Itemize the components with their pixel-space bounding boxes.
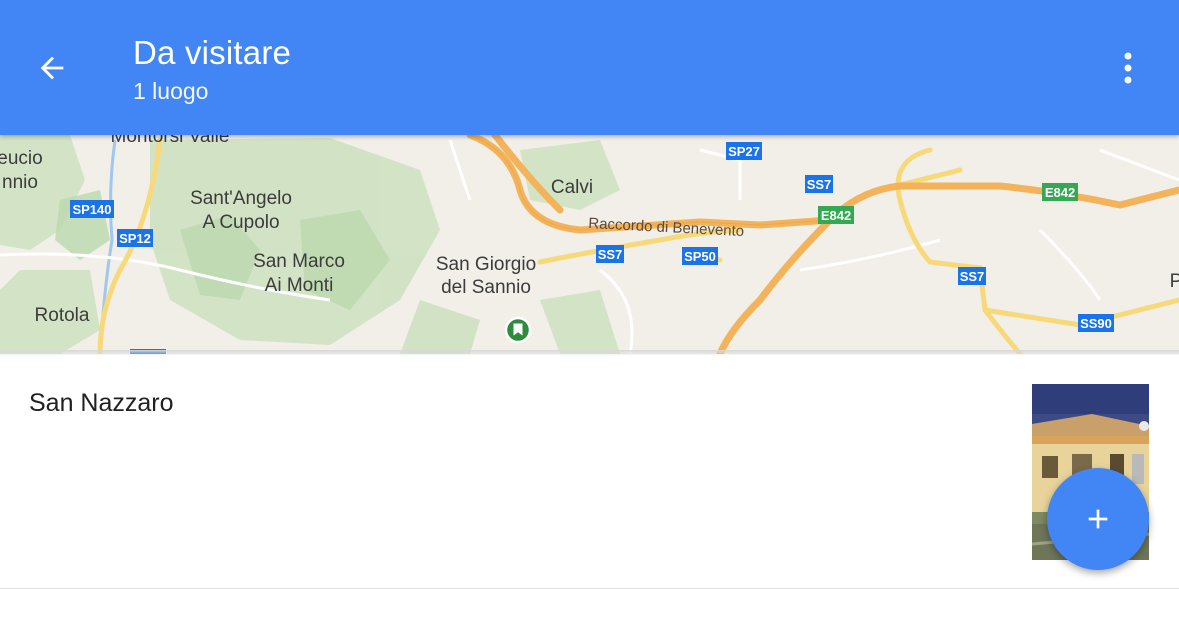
add-icon (1088, 509, 1108, 529)
map-label-sant-angelo: Sant'Angelo (190, 188, 292, 209)
page-title: Da visitare (133, 34, 292, 71)
list-item[interactable]: San Nazzaro (0, 355, 1179, 589)
place-count: 1 luogo (133, 78, 209, 104)
map-label-rotola: Rotola (35, 305, 90, 326)
shield-ss7: SS7 (596, 245, 624, 263)
map-label-san-giorgio: San Giorgio (436, 254, 536, 275)
shield-sp140: SP140 (70, 200, 114, 218)
map-label-del-sannio: del Sannio (441, 277, 531, 298)
shield-e842: E842 (1042, 183, 1078, 201)
map-label-eucio: eucio (0, 148, 43, 169)
place-name: San Nazzaro (29, 389, 174, 417)
map-label-nnio: nnio (2, 172, 38, 193)
shield-ss7: SS7 (805, 175, 833, 193)
saved-place-marker-icon[interactable] (504, 316, 532, 344)
app-bar: Da visitare 1 luogo (0, 0, 1179, 135)
map-label-a-cupolo: A Cupolo (202, 212, 279, 233)
add-place-button[interactable] (1047, 468, 1149, 570)
overflow-menu-button[interactable] (1104, 44, 1152, 92)
svg-text:E842: E842 (821, 208, 851, 223)
svg-text:SS7: SS7 (598, 247, 623, 262)
shield-ss90: SS90 (1078, 314, 1114, 332)
arrow-back-icon (40, 56, 64, 80)
svg-text:SP27: SP27 (728, 144, 760, 159)
shield-ss7: SS7 (958, 267, 986, 285)
shield-e842: E842 (818, 206, 854, 224)
back-button[interactable] (22, 44, 82, 92)
map-view[interactable]: Montorsi Valle eucio nnio Sant'Angelo A … (0, 135, 1179, 354)
shield-sp27: SP27 (726, 142, 762, 160)
map-label-montorsi-valle: Montorsi Valle (111, 135, 230, 147)
more-vert-icon (1124, 52, 1132, 84)
shield-sp12: SP12 (117, 229, 153, 247)
shield-sp50: SP50 (682, 247, 718, 265)
svg-text:SP140: SP140 (72, 202, 111, 217)
map-label-p: P (1170, 271, 1179, 292)
svg-text:E842: E842 (1045, 185, 1075, 200)
svg-text:SS7: SS7 (960, 269, 985, 284)
svg-text:SS90: SS90 (1080, 316, 1112, 331)
svg-text:SP12: SP12 (119, 231, 151, 246)
svg-text:SP50: SP50 (684, 249, 716, 264)
svg-text:SS7: SS7 (807, 177, 832, 192)
map-label-san-marco: San Marco (253, 251, 345, 272)
map-label-calvi: Calvi (551, 177, 593, 198)
map-label-ai-monti: Ai Monti (265, 275, 334, 296)
